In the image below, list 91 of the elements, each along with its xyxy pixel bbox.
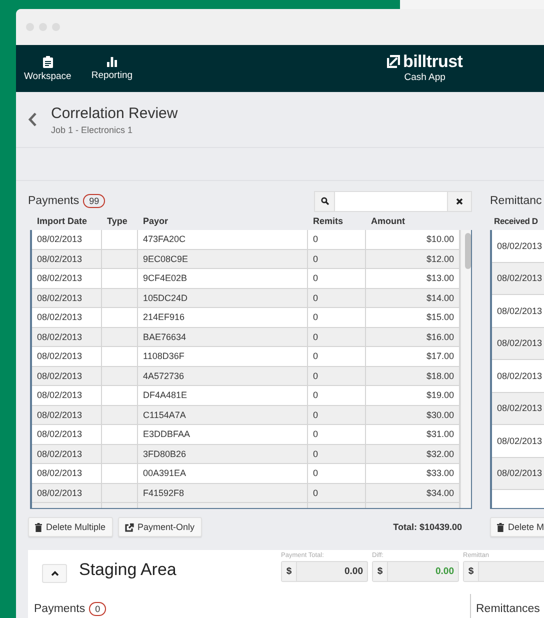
- date-cell-text: 08/02/2013: [496, 306, 544, 316]
- trash-icon: [35, 522, 42, 532]
- clipboard-icon: [42, 56, 53, 68]
- remits-cell: 0: [308, 484, 366, 502]
- date-cell: 08/02/2013: [32, 250, 102, 268]
- column-header[interactable]: Payor: [138, 216, 308, 226]
- bar-chart-icon: [106, 56, 117, 66]
- collapse-button[interactable]: [42, 564, 67, 583]
- search-icon: [320, 197, 328, 205]
- section-title: Payments: [34, 603, 86, 615]
- column-header[interactable]: Type: [102, 216, 138, 226]
- amount-field[interactable]: $ 0.00: [372, 561, 459, 582]
- action-button[interactable]: Payment-Only: [118, 517, 202, 537]
- date-cell: 08/02/2013: [32, 406, 102, 424]
- remits-cell: 0: [308, 230, 366, 248]
- date-cell: 08/02/2013: [32, 444, 102, 463]
- payor-cell: 00A391EA: [138, 464, 308, 482]
- back-chevron-icon[interactable]: [28, 112, 37, 127]
- date-cell-text: 08/02/2013: [496, 436, 544, 446]
- date-cell: 08/02/2013: [32, 366, 102, 385]
- column-header[interactable]: Import Date: [32, 216, 102, 226]
- section-title: Remittanc: [490, 195, 542, 207]
- date-cell: 08/02/2013: [32, 464, 102, 482]
- date-cell: 08/02/2013: [32, 484, 102, 502]
- remits-cell: 0: [308, 425, 366, 444]
- payor-cell: 4A572736: [138, 366, 308, 385]
- page-title: Correlation Review: [51, 104, 178, 122]
- payor-cell: F41592F8: [138, 484, 308, 502]
- payor-cell: 3FD80B26: [138, 444, 308, 463]
- scrollbar[interactable]: [460, 230, 471, 508]
- amount-field[interactable]: $: [463, 561, 544, 582]
- payor-cell: E3DDBFAA: [138, 425, 308, 444]
- payor-cell: 473FA20C: [138, 230, 308, 248]
- date-cell: 08/02/2013: [32, 347, 102, 366]
- count-badge: 99: [83, 194, 106, 208]
- amount-field[interactable]: $ 0.00: [281, 561, 368, 582]
- staging-title: Staging Area: [79, 560, 176, 580]
- date-cell-text: 08/02/2013: [496, 240, 544, 251]
- payor-cell: 1108D36F: [138, 347, 308, 366]
- search-field[interactable]: [314, 190, 472, 212]
- section-title: Remittances: [476, 603, 540, 615]
- date-cell-text: 08/02/2013: [496, 338, 544, 348]
- date-cell-text: 08/02/2013: [496, 273, 544, 284]
- date-cell: 08/02/2013: [32, 230, 102, 248]
- remits-cell: 0: [308, 250, 366, 268]
- remits-cell: 0: [308, 308, 366, 326]
- column-header[interactable]: Amount: [366, 216, 460, 226]
- remits-cell: 0: [308, 366, 366, 385]
- remits-cell: 0: [308, 406, 366, 424]
- payor-cell: 9CF4E02B: [138, 269, 308, 288]
- date-cell-text: 08/02/2013: [496, 403, 544, 414]
- date-cell: 08/02/2013: [32, 308, 102, 326]
- section-title: Payments: [28, 195, 80, 207]
- remits-cell: 0: [308, 444, 366, 463]
- date-cell-text: 08/02/2013: [496, 370, 544, 381]
- page-subtitle: Job 1 - Electronics 1: [51, 124, 134, 134]
- date-cell: 08/02/2013: [32, 328, 102, 346]
- payor-cell: 105DC24D: [138, 288, 308, 307]
- app-name: Cash App: [404, 72, 446, 83]
- remits-cell: 0: [308, 328, 366, 346]
- payor-cell: BAE76634: [138, 328, 308, 346]
- date-cell: 08/02/2013: [32, 386, 102, 404]
- remits-cell: 0: [308, 347, 366, 366]
- date-cell: 08/02/2013: [32, 425, 102, 444]
- date-cell-text: 08/02/2013: [496, 468, 544, 478]
- clear-button[interactable]: [447, 192, 471, 210]
- remits-cell: 0: [308, 386, 366, 404]
- action-button[interactable]: Delete Multiple: [28, 517, 113, 537]
- payor-cell: 9EC08C9E: [138, 250, 308, 268]
- nav-label: Workspace: [24, 70, 72, 82]
- date-cell: 08/02/2013: [32, 269, 102, 288]
- column-header[interactable]: Remits: [308, 216, 366, 226]
- close-icon: [456, 198, 463, 204]
- share-icon: [124, 522, 134, 532]
- payor-cell: DF4A481E: [138, 386, 308, 404]
- remits-cell: 0: [308, 464, 366, 482]
- nav-label: Reporting: [91, 70, 133, 80]
- remits-cell: 0: [308, 269, 366, 288]
- nav-item[interactable]: Workspace: [20, 56, 76, 82]
- brand-name: billtrust: [403, 53, 463, 70]
- caret-icon: [50, 571, 58, 576]
- count-badge: 0: [89, 602, 106, 616]
- logo-icon: [387, 55, 400, 68]
- date-cell: 08/02/2013: [32, 288, 102, 307]
- payor-cell: C1154A7A: [138, 406, 308, 424]
- remits-cell: 0: [308, 288, 366, 307]
- payor-cell: 214EF916: [138, 308, 308, 326]
- action-button[interactable]: Delete M: [490, 517, 544, 537]
- trash-icon: [497, 522, 504, 532]
- nav-item[interactable]: Reporting: [87, 56, 137, 80]
- total-amount: Total: $10439.00: [393, 522, 462, 532]
